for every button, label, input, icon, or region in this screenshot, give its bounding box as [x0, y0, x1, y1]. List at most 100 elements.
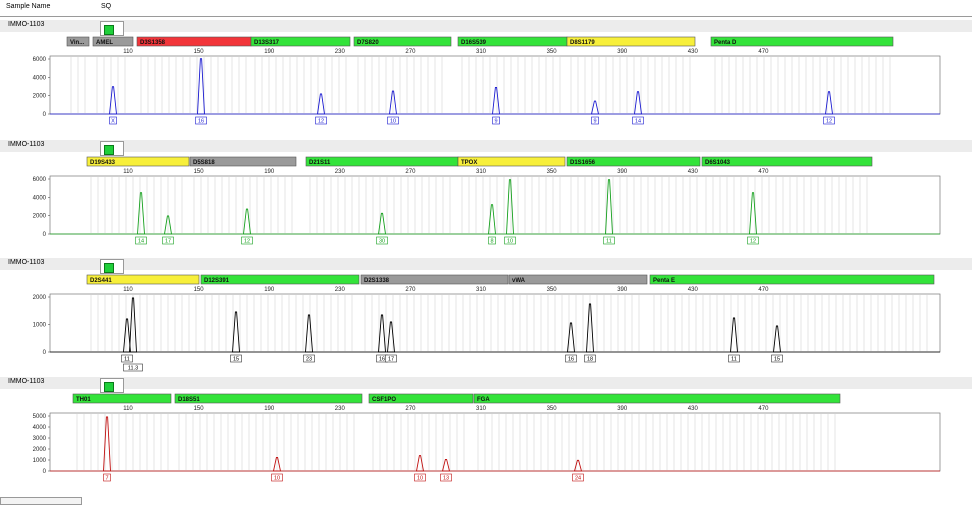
allele-call[interactable]: 11 — [121, 354, 133, 363]
dye-plot[interactable]: TH01 D18S51 CSF1PO FGA 110 150 190 230 270 310 350… — [0, 391, 972, 495]
locus-label: D1S1656 — [570, 160, 596, 166]
allele-call[interactable]: 18 — [584, 354, 596, 363]
y-tick-label: 0 — [43, 112, 47, 118]
sample-name: IMMO-1103 — [8, 378, 45, 385]
allele-call[interactable]: 9 — [591, 116, 599, 125]
allele-call[interactable]: 16 — [565, 354, 577, 363]
size-tick-label: 230 — [335, 49, 346, 55]
allele-call[interactable]: 12 — [315, 116, 327, 125]
size-tick-label: 390 — [617, 406, 628, 412]
allele-call[interactable]: 12 — [241, 236, 253, 245]
dye-plot[interactable]: Vin... AMEL D3S1358 D13S317 D7S820 D16S539 D8S… — [0, 34, 972, 138]
allele-call[interactable]: X — [109, 116, 117, 125]
allele-call-label: 10 — [390, 119, 396, 125]
locus-bar[interactable]: D12S391 — [200, 274, 360, 285]
y-tick-label: 6000 — [33, 57, 47, 63]
allele-call[interactable]: 15 — [230, 354, 242, 363]
dye-plot[interactable]: D19S433 D5S818 D21S11 TPOX D1S1656 D6S1043110… — [0, 154, 972, 258]
locus-label: CSF1PO — [372, 397, 396, 403]
electropherogram-panel-black: IMMO-1103 D2S441 D12S391 D2S1338 vWA Penta E… — [0, 258, 972, 376]
y-tick-label: 5000 — [33, 414, 47, 420]
locus-bar[interactable]: D7S820 — [353, 36, 452, 47]
sample-row[interactable]: IMMO-1103 — [0, 20, 972, 32]
size-tick-label: 470 — [758, 169, 769, 175]
locus-label: FGA — [477, 397, 490, 403]
allele-call[interactable]: 13 — [440, 473, 452, 482]
locus-bar[interactable]: CSF1PO — [368, 393, 474, 404]
allele-call[interactable]: 10 — [414, 473, 426, 482]
dye-plot[interactable]: D2S441 D12S391 D2S1338 vWA Penta E110 150 190 2… — [0, 272, 972, 376]
allele-call[interactable]: 14 — [135, 236, 147, 245]
locus-label: Penta E — [653, 278, 675, 284]
size-tick-label: 470 — [758, 287, 769, 293]
size-tick-label: 190 — [264, 49, 275, 55]
allele-call[interactable]: 11 — [603, 236, 615, 245]
locus-bar[interactable]: D5S818 — [189, 156, 297, 167]
locus-label: D6S1043 — [705, 160, 731, 166]
locus-label: D13S317 — [254, 40, 280, 46]
locus-bar[interactable]: D18S51 — [174, 393, 363, 404]
size-tick-label: 350 — [547, 287, 558, 293]
locus-bar[interactable]: FGA — [473, 393, 841, 404]
locus-label: TPOX — [461, 160, 477, 166]
allele-call-label: 24 — [575, 476, 581, 482]
locus-bar[interactable]: TH01 — [72, 393, 172, 404]
allele-call[interactable]: 12 — [747, 236, 759, 245]
locus-label: D19S433 — [90, 160, 116, 166]
sample-row[interactable]: IMMO-1103 — [0, 258, 972, 270]
locus-bar[interactable]: Penta D — [710, 36, 894, 47]
locus-bar[interactable]: AMEL — [92, 36, 134, 47]
allele-call[interactable]: 8 — [488, 236, 496, 245]
size-tick-label: 150 — [194, 287, 205, 293]
allele-call-label: 17 — [165, 239, 171, 245]
locus-bar[interactable]: vWA — [508, 274, 648, 285]
locus-bar[interactable]: D1S1656 — [566, 156, 701, 167]
locus-label: D16S539 — [461, 40, 487, 46]
y-tick-label: 2000 — [33, 295, 47, 301]
allele-call[interactable]: 10 — [504, 236, 516, 245]
locus-bar[interactable]: D3S1358 — [136, 36, 252, 47]
locus-bar[interactable]: D2S441 — [86, 274, 200, 285]
allele-call[interactable]: 24 — [572, 473, 584, 482]
allele-call[interactable]: 17 — [162, 236, 174, 245]
locus-bar[interactable]: D19S433 — [86, 156, 190, 167]
allele-call-label: 17 — [388, 357, 394, 363]
allele-call[interactable]: 14 — [632, 116, 644, 125]
locus-label: D8S1179 — [570, 40, 595, 46]
allele-call[interactable]: 15 — [771, 354, 783, 363]
sample-name-header[interactable]: Sample Name — [6, 3, 50, 10]
size-tick-label: 150 — [194, 406, 205, 412]
size-tick-label: 230 — [335, 406, 346, 412]
allele-call[interactable]: 23 — [303, 354, 315, 363]
allele-call[interactable]: 11.3 — [123, 363, 143, 372]
locus-bar[interactable]: Penta E — [649, 274, 935, 285]
sample-row[interactable]: IMMO-1103 — [0, 140, 972, 152]
allele-call-label: 7 — [105, 476, 108, 482]
locus-bar[interactable]: D16S539 — [457, 36, 568, 47]
locus-bar[interactable]: D2S1338 — [360, 274, 509, 285]
locus-bar[interactable]: TPOX — [457, 156, 566, 167]
locus-label: TH01 — [76, 397, 91, 403]
allele-call-label: 15 — [774, 357, 780, 363]
allele-call[interactable]: 11 — [728, 354, 740, 363]
allele-call[interactable]: 16 — [195, 116, 207, 125]
sample-row[interactable]: IMMO-1103 — [0, 377, 972, 389]
allele-call-label: 23 — [306, 357, 312, 363]
locus-bar[interactable]: D13S317 — [250, 36, 351, 47]
allele-call[interactable]: 9 — [492, 116, 500, 125]
locus-label: D21S11 — [309, 160, 331, 166]
plot-frame — [49, 293, 941, 353]
locus-bar[interactable]: D21S11 — [305, 156, 459, 167]
allele-call[interactable]: 12 — [823, 116, 835, 125]
allele-call[interactable]: 10 — [271, 473, 283, 482]
locus-bar[interactable]: Vin... — [66, 36, 90, 47]
locus-bar[interactable]: D6S1043 — [701, 156, 873, 167]
sq-header[interactable]: SQ — [101, 3, 111, 10]
allele-call[interactable]: 17 — [385, 354, 397, 363]
size-tick-label: 430 — [688, 287, 699, 293]
locus-bar[interactable]: D8S1179 — [566, 36, 696, 47]
allele-call[interactable]: 30 — [376, 236, 388, 245]
allele-call[interactable]: 10 — [387, 116, 399, 125]
y-tick-label: 0 — [43, 350, 47, 356]
allele-call[interactable]: 7 — [103, 473, 111, 482]
